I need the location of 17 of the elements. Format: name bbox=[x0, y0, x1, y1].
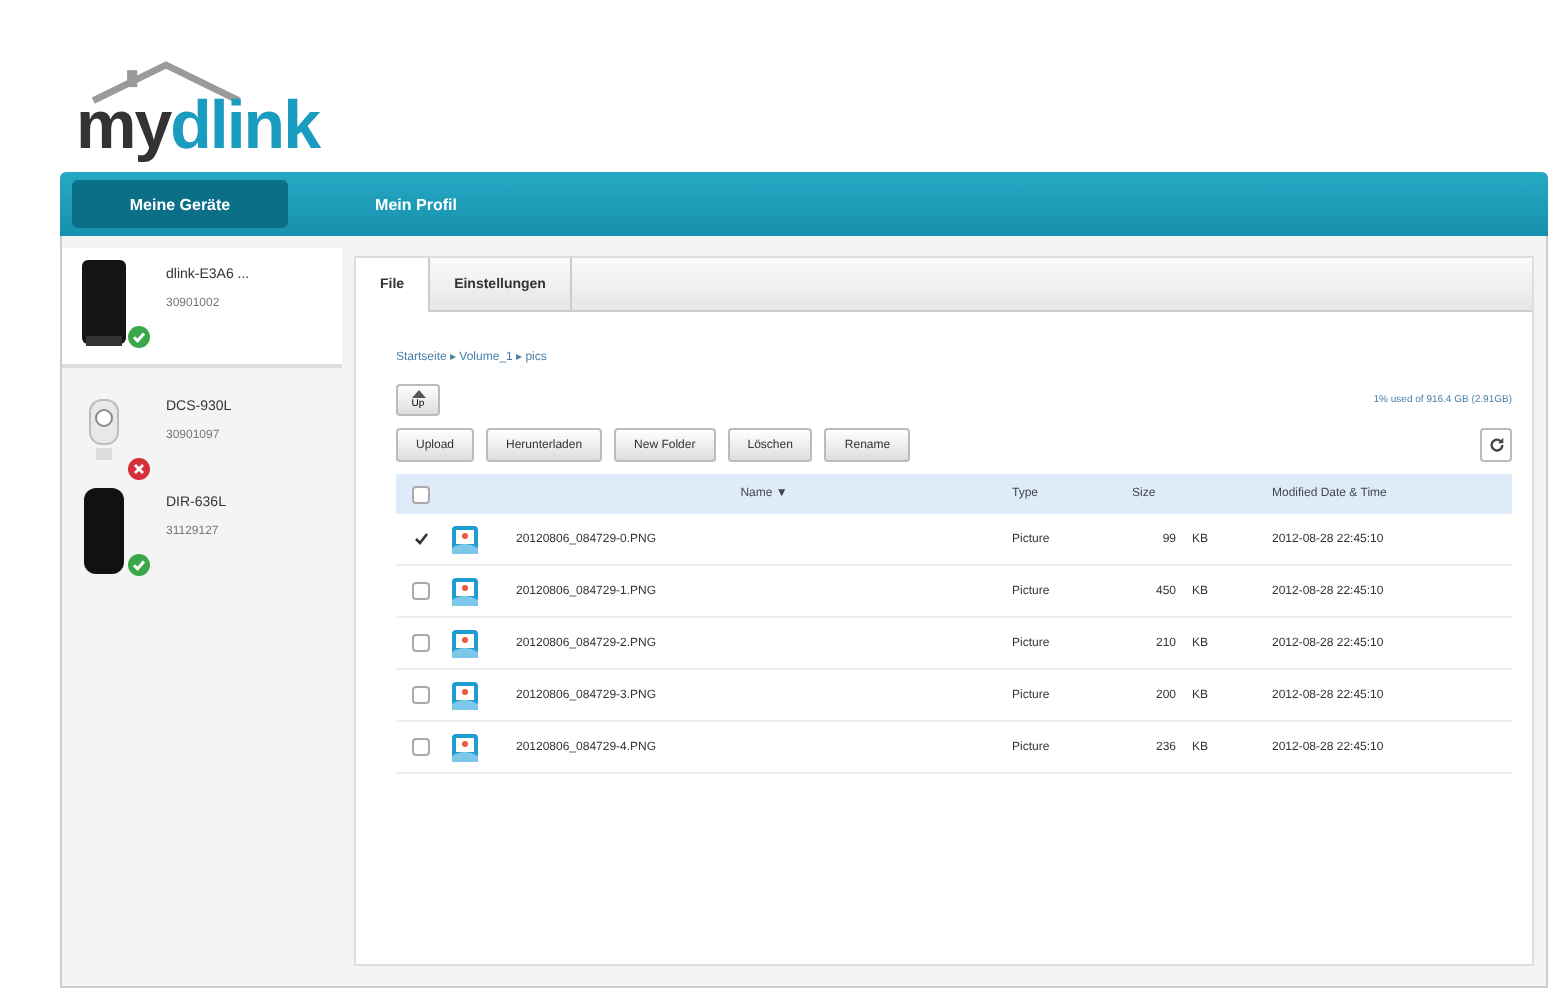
nas-device-icon bbox=[78, 260, 130, 348]
row-checkbox[interactable] bbox=[412, 582, 430, 600]
row-checkbox[interactable] bbox=[412, 738, 430, 756]
row-checkbox[interactable] bbox=[412, 634, 430, 652]
refresh-button[interactable] bbox=[1480, 428, 1512, 462]
nav-tab[interactable]: Meine Geräte bbox=[72, 180, 288, 228]
image-file-icon bbox=[452, 525, 478, 553]
up-arrow-icon bbox=[411, 390, 425, 400]
image-file-icon bbox=[452, 733, 478, 761]
select-all-checkbox[interactable] bbox=[412, 485, 430, 503]
mydlink-logo: mydlink bbox=[76, 60, 323, 160]
image-file-icon bbox=[452, 577, 478, 605]
image-file-icon bbox=[452, 681, 478, 709]
refresh-icon bbox=[1487, 436, 1505, 454]
row-checkbox[interactable] bbox=[412, 686, 430, 704]
image-file-icon bbox=[452, 629, 478, 657]
router-device-icon bbox=[78, 488, 130, 576]
